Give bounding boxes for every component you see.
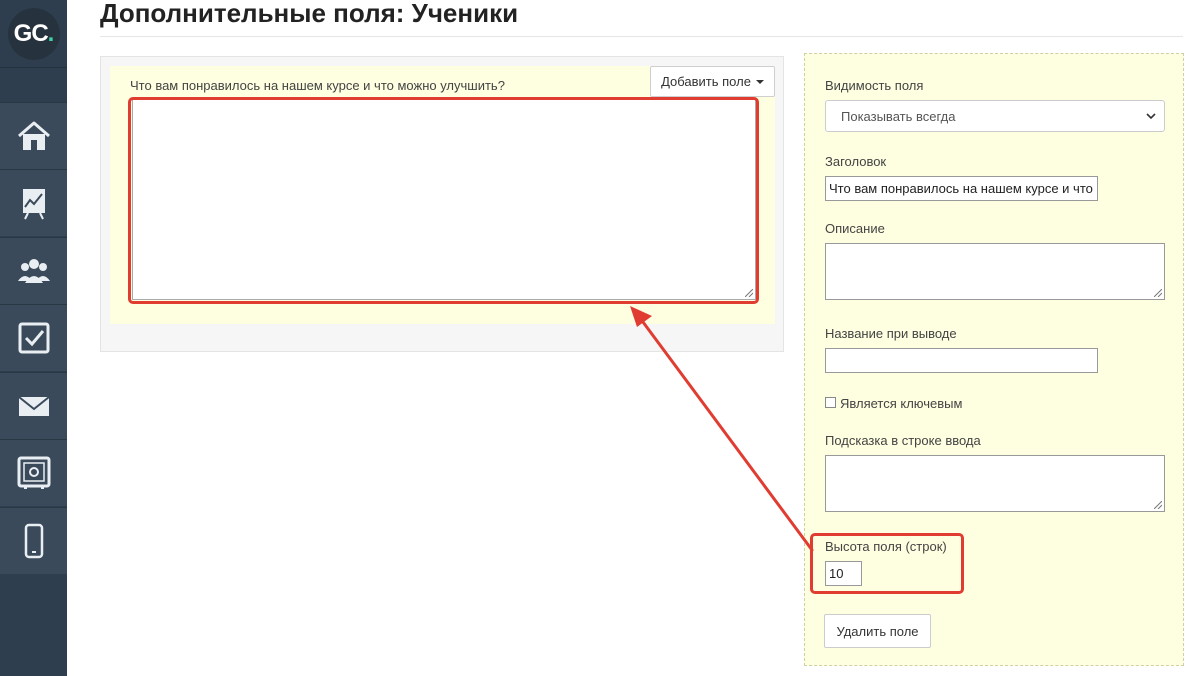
caret-down-icon <box>755 79 764 84</box>
field-preview-panel: Что вам понравилось на нашем курсе и что… <box>100 56 784 352</box>
output-name-label: Название при выводе <box>825 326 957 341</box>
logo-letter-g: G <box>13 19 33 47</box>
visibility-label: Видимость поля <box>825 78 924 93</box>
sidebar-item-mail[interactable] <box>0 372 67 439</box>
sidebar-item-analytics[interactable] <box>0 169 67 236</box>
field-preview-area[interactable]: Что вам понравилось на нашем курсе и что… <box>110 66 775 324</box>
chevron-down-icon <box>1146 113 1156 120</box>
logo-letter-c: C <box>31 19 48 47</box>
home-icon <box>17 121 50 150</box>
resize-grip-icon[interactable] <box>1154 501 1162 509</box>
resize-grip-icon[interactable] <box>745 289 753 297</box>
logo-dot: . <box>47 19 55 47</box>
sidebar-item-tasks[interactable] <box>0 304 67 371</box>
mail-icon <box>17 396 50 416</box>
resize-grip-icon[interactable] <box>1154 289 1162 297</box>
logo-badge: GC. <box>7 7 60 60</box>
sidebar: GC. <box>0 0 67 676</box>
visibility-select[interactable]: Показывать всегда <box>825 100 1165 132</box>
analytics-chart-icon <box>22 189 45 220</box>
logo[interactable]: GC. <box>0 0 67 68</box>
users-icon <box>17 259 50 283</box>
description-label: Описание <box>825 221 885 236</box>
key-checkbox[interactable] <box>825 397 836 408</box>
title-divider <box>100 36 1183 37</box>
title-input[interactable]: Что вам понравилось на нашем курсе и что <box>825 176 1098 201</box>
safe-icon <box>17 456 50 489</box>
field-settings-panel: Видимость поля Показывать всегда Заголов… <box>804 53 1184 666</box>
sidebar-item-mobile[interactable] <box>0 507 67 574</box>
tasks-checkbox-icon <box>18 322 49 354</box>
sidebar-item-safe[interactable] <box>0 439 67 506</box>
sidebar-item-home[interactable] <box>0 102 67 169</box>
add-field-button[interactable]: Добавить поле <box>650 66 775 97</box>
output-name-input[interactable] <box>825 348 1098 373</box>
title-label: Заголовок <box>825 154 887 169</box>
height-input[interactable]: 10 <box>825 561 862 586</box>
sidebar-item-users[interactable] <box>0 237 67 304</box>
add-field-label: Добавить поле <box>661 74 751 89</box>
visibility-value: Показывать всегда <box>841 108 956 124</box>
delete-field-button[interactable]: Удалить поле <box>824 614 931 648</box>
page-title: Дополнительные поля: Ученики <box>100 0 519 28</box>
key-checkbox-label: Является ключевым <box>840 396 963 411</box>
placeholder-label: Подсказка в строке ввода <box>825 433 981 448</box>
description-textarea[interactable] <box>825 243 1165 300</box>
height-label: Высота поля (строк) <box>825 539 947 554</box>
preview-textarea[interactable] <box>132 99 756 300</box>
field-question-label: Что вам понравилось на нашем курсе и что… <box>130 78 505 93</box>
mobile-icon <box>24 523 43 559</box>
placeholder-textarea[interactable] <box>825 455 1165 512</box>
